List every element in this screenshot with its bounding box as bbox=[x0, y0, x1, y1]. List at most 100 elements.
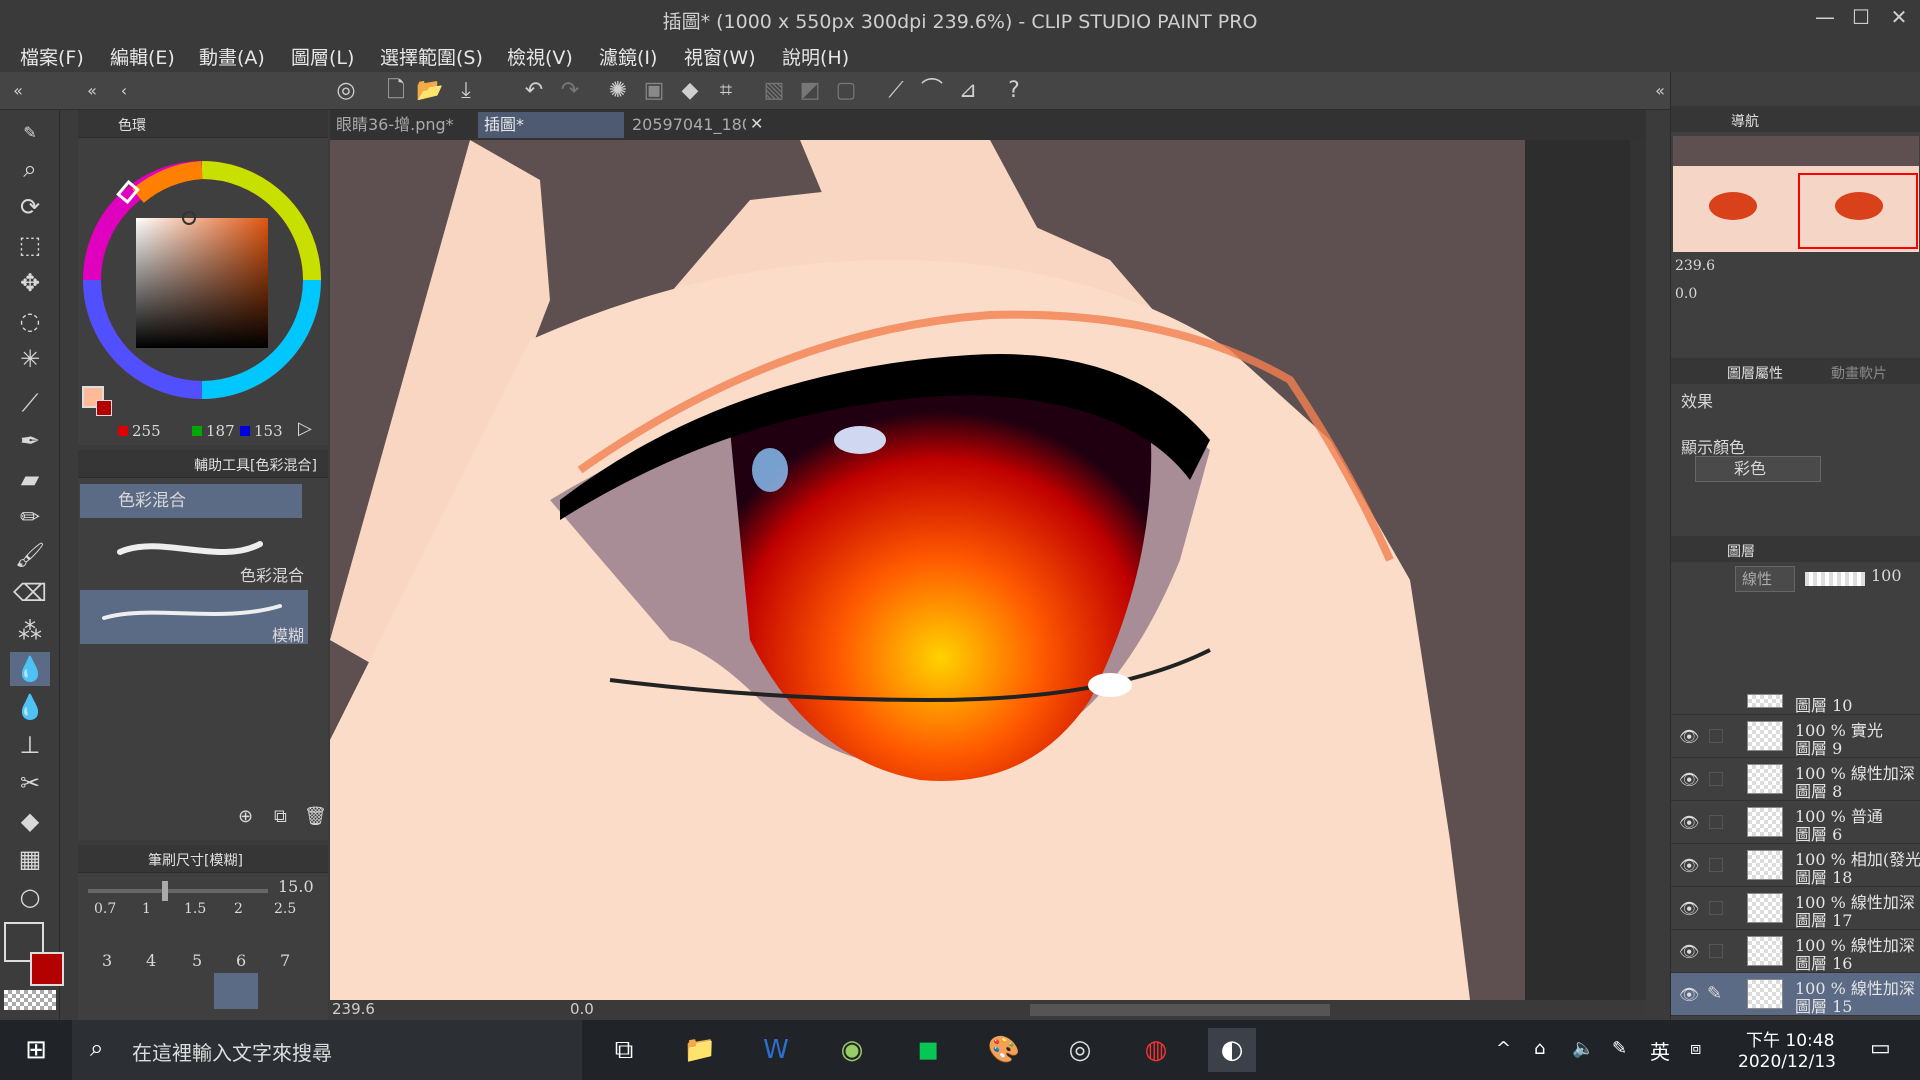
deselect-icon[interactable]: ▢ bbox=[832, 77, 860, 105]
fill-selection-icon[interactable]: ◩ bbox=[796, 77, 824, 105]
navigator-tab[interactable]: 導航 bbox=[1731, 111, 1759, 131]
open-folder-icon[interactable]: 📂 bbox=[416, 77, 444, 105]
lasso-tool-icon[interactable]: ◌ bbox=[10, 304, 50, 338]
size-preset-label[interactable]: 1.5 bbox=[184, 901, 206, 917]
stamp-icon[interactable]: ⊥ bbox=[10, 728, 50, 762]
layer-checkbox[interactable] bbox=[1709, 858, 1723, 872]
subtool-group-tab[interactable]: 色彩混合 bbox=[80, 484, 302, 518]
opacity-value[interactable]: 100 bbox=[1871, 566, 1902, 585]
layer-row[interactable]: 👁 100 % 線性加深 圖層 17 bbox=[1671, 887, 1920, 930]
transform-icon[interactable]: ⌗ bbox=[712, 77, 740, 105]
undo-icon[interactable]: ↶ bbox=[520, 77, 548, 105]
brush-icon[interactable]: 🖌 bbox=[10, 538, 50, 572]
layer-row[interactable]: 👁 100 % 實光 圖層 9 bbox=[1671, 715, 1920, 758]
doc-tab[interactable]: 眼睛36-增.png* bbox=[330, 112, 476, 138]
menu-help[interactable]: 說明(H) bbox=[782, 43, 849, 70]
clip-studio-icon[interactable]: ◎ bbox=[332, 77, 360, 105]
chrome-icon[interactable]: ◍ bbox=[1132, 1028, 1180, 1072]
zoom-tool-icon[interactable]: ⌕ bbox=[10, 152, 50, 186]
navigator-preview[interactable] bbox=[1673, 136, 1919, 252]
snap-grid-icon[interactable]: ⊿ bbox=[954, 77, 982, 105]
eye-icon[interactable]: 👁 bbox=[1679, 985, 1699, 1004]
layer-checkbox[interactable] bbox=[1709, 901, 1723, 915]
minimize-button[interactable]: — bbox=[1810, 4, 1840, 30]
doc-tab[interactable]: 20597041_180 bbox=[626, 112, 746, 138]
windows-start-icon[interactable]: ⊞ bbox=[12, 1028, 60, 1072]
object-tool-icon[interactable]: ⬚ bbox=[10, 228, 50, 262]
eye-icon[interactable]: 👁 bbox=[1679, 899, 1699, 918]
loading-icon[interactable]: ✺ bbox=[604, 77, 632, 105]
blend-tool-icon[interactable]: 💧 bbox=[10, 652, 50, 686]
clear-icon[interactable]: ▧ bbox=[760, 77, 788, 105]
clip-studio-paint-icon[interactable]: ◐ bbox=[1208, 1028, 1256, 1072]
layer-property-tab[interactable]: 圖層屬性 bbox=[1727, 363, 1783, 383]
menu-window[interactable]: 視窗(W) bbox=[684, 43, 756, 70]
artwork-canvas[interactable] bbox=[330, 140, 1525, 1000]
layer-checkbox[interactable] bbox=[1709, 815, 1723, 829]
size-preset-label[interactable]: 5 bbox=[192, 951, 202, 970]
menu-edit[interactable]: 編輯(E) bbox=[110, 43, 175, 70]
layer-checkbox[interactable] bbox=[1709, 772, 1723, 786]
size-preset-label[interactable]: 7 bbox=[280, 951, 290, 970]
zoom-readout[interactable]: 239.6 bbox=[332, 1000, 375, 1018]
shape-icon[interactable]: ○ bbox=[10, 880, 50, 914]
new-file-icon[interactable]: 🗋 bbox=[382, 77, 410, 105]
volume-icon[interactable]: 🔈 bbox=[1572, 1038, 1594, 1059]
opacity-slider[interactable] bbox=[1805, 572, 1865, 586]
clip-studio-app-icon[interactable]: ◎ bbox=[1056, 1028, 1104, 1072]
subtool-copy-icon[interactable]: ⧉ bbox=[274, 806, 287, 827]
app-icon[interactable]: ◉ bbox=[828, 1028, 876, 1072]
blend-mode-select[interactable]: 線性 bbox=[1735, 566, 1795, 592]
menu-view[interactable]: 檢視(V) bbox=[507, 43, 573, 70]
menu-filter[interactable]: 濾鏡(I) bbox=[599, 43, 657, 70]
clock-time[interactable]: 下午 10:48 bbox=[1746, 1026, 1834, 1051]
size-preset-label[interactable]: 2 bbox=[234, 901, 243, 917]
eyedropper-icon[interactable]: ⟋ bbox=[10, 386, 50, 420]
redo-icon[interactable]: ↷ bbox=[556, 77, 584, 105]
layer-row-selected[interactable]: 👁 ✎ 100 % 線性加深 圖層 15 bbox=[1671, 973, 1920, 1016]
brush-settings-icon[interactable]: ✎ bbox=[10, 116, 50, 150]
eraser-icon[interactable]: ▰ bbox=[10, 462, 50, 496]
file-explorer-icon[interactable]: 📁 bbox=[676, 1028, 724, 1072]
network-icon[interactable]: ⌂ bbox=[1534, 1038, 1545, 1059]
animation-tab[interactable]: 動畫軟片 bbox=[1831, 363, 1887, 383]
size-preset-label[interactable]: 0.7 bbox=[94, 901, 116, 917]
collapse-left2-icon[interactable]: « bbox=[78, 77, 106, 105]
pencil-icon[interactable]: ✏ bbox=[10, 500, 50, 534]
layer-row[interactable]: 👁 100 % 相加(發光) 圖層 18 bbox=[1671, 844, 1920, 887]
layer-row[interactable]: 圖層 10 bbox=[1671, 692, 1920, 715]
magic-wand-icon[interactable]: ✳ bbox=[10, 342, 50, 376]
brush-size-handle[interactable] bbox=[162, 881, 168, 901]
eye-icon[interactable]: 👁 bbox=[1679, 813, 1699, 832]
figure-icon[interactable]: ✂ bbox=[10, 766, 50, 800]
close-tab-icon[interactable]: ✕ bbox=[750, 114, 763, 133]
menu-selection[interactable]: 選擇範圍(S) bbox=[380, 43, 483, 70]
layer-checkbox[interactable] bbox=[1709, 944, 1723, 958]
menu-animation[interactable]: 動畫(A) bbox=[199, 43, 265, 70]
sub-color-chip[interactable] bbox=[96, 400, 112, 416]
eye-icon[interactable]: 👁 bbox=[1679, 942, 1699, 961]
selection-icon[interactable]: ▣ bbox=[640, 77, 668, 105]
size-preset-label[interactable]: 4 bbox=[146, 951, 156, 970]
brush-item-blend[interactable]: 色彩混合 bbox=[80, 526, 308, 585]
menu-file[interactable]: 檔案(F) bbox=[20, 43, 84, 70]
color-wheel[interactable] bbox=[78, 156, 328, 416]
menu-layer[interactable]: 圖層(L) bbox=[291, 43, 354, 70]
fill-drop-icon[interactable]: 💧 bbox=[10, 690, 50, 724]
gradient-icon[interactable]: ▦ bbox=[10, 842, 50, 876]
size-preset-label[interactable]: 1 bbox=[142, 901, 151, 917]
eye-icon[interactable]: 👁 bbox=[1679, 770, 1699, 789]
vertical-scrollbar[interactable] bbox=[1630, 140, 1646, 1000]
paint-icon[interactable]: 🎨 bbox=[980, 1028, 1028, 1072]
close-button[interactable]: ✕ bbox=[1884, 4, 1914, 30]
layers-tab[interactable]: 圖層 bbox=[1727, 541, 1755, 561]
export-icon[interactable]: ⤓ bbox=[452, 77, 480, 105]
subtool-add-icon[interactable]: ⊕ bbox=[238, 806, 253, 827]
pen-tool-icon[interactable]: ✒ bbox=[10, 424, 50, 458]
navigator-zoom[interactable]: 239.6 bbox=[1675, 258, 1715, 274]
layer-row[interactable]: 👁 100 % 普通 圖層 6 bbox=[1671, 801, 1920, 844]
line-icon[interactable]: ◼ bbox=[904, 1028, 952, 1072]
size-preset-label[interactable]: 2.5 bbox=[274, 901, 296, 917]
task-view-icon[interactable]: ⧉ bbox=[600, 1028, 648, 1072]
search-box[interactable]: ⌕ 在這裡輸入文字來搜尋 bbox=[72, 1020, 582, 1080]
